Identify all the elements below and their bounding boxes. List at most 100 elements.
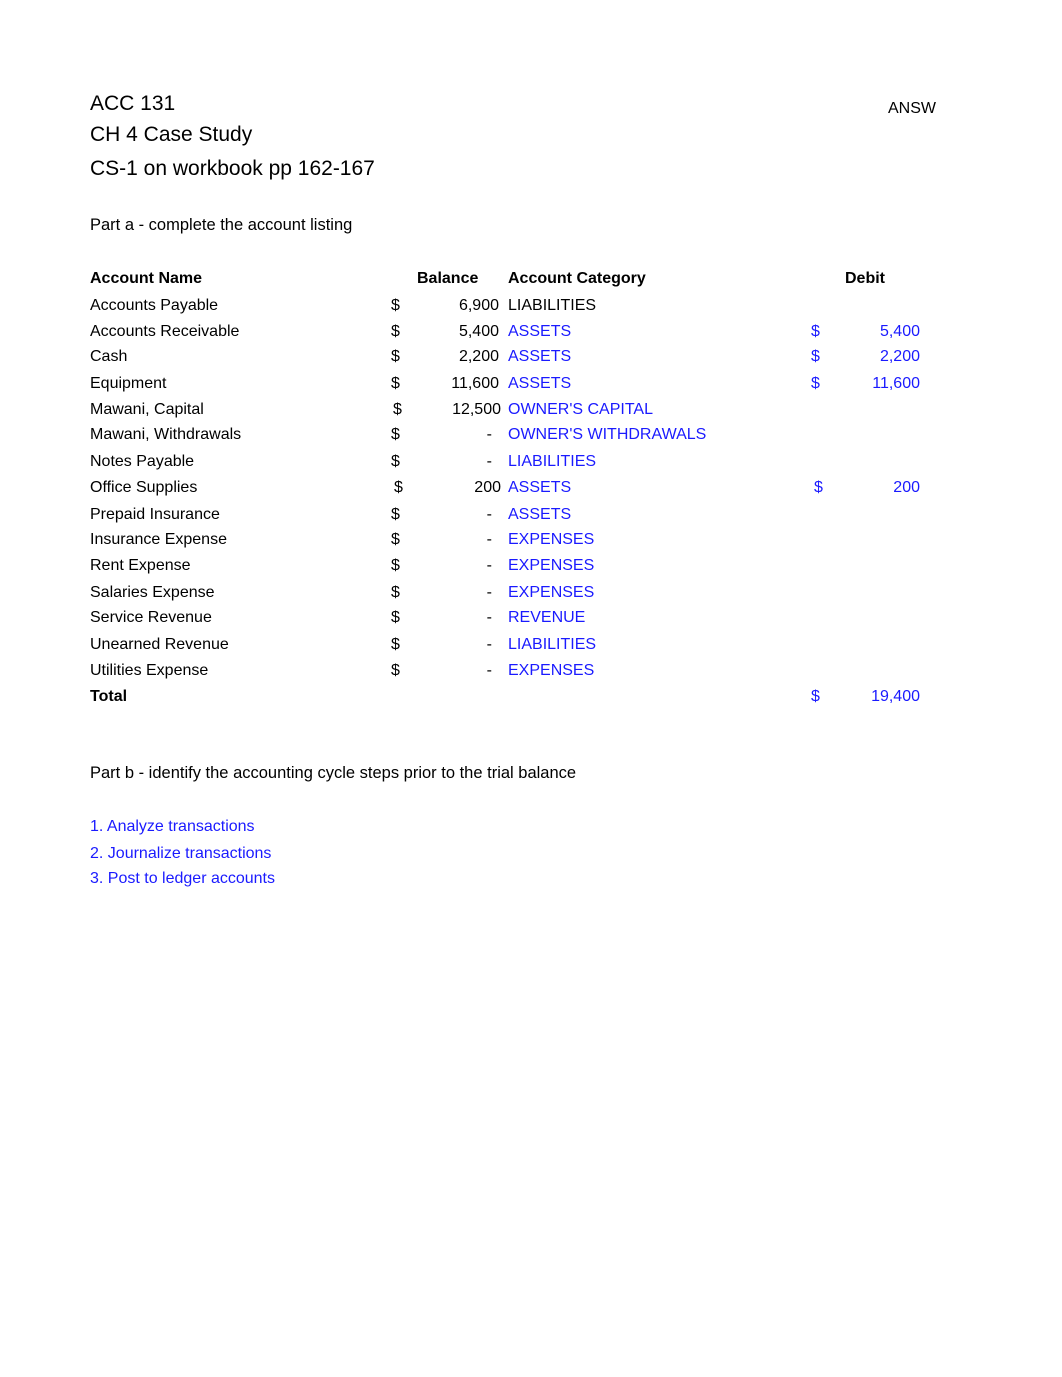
column-header-account-category: Account Category bbox=[508, 270, 646, 287]
balance-currency: $ bbox=[391, 297, 400, 314]
balance-currency: $ bbox=[391, 531, 400, 548]
account-category: EXPENSES bbox=[508, 584, 595, 601]
balance-currency: $ bbox=[394, 479, 403, 496]
account-category: LIABILITIES bbox=[508, 636, 597, 653]
part-a-title: Part a - complete the account listing bbox=[90, 216, 353, 234]
balance-value: - bbox=[486, 662, 492, 679]
balance-value: 200 bbox=[474, 479, 501, 496]
balance-value: 5,400 bbox=[458, 323, 499, 340]
total-label: Total bbox=[90, 688, 128, 705]
account-name: Unearned Revenue bbox=[90, 636, 229, 653]
table-row: Notes Payable $ - LIABILITIES bbox=[0, 453, 1062, 477]
table-row: Insurance Expense $ - EXPENSES bbox=[0, 531, 1062, 555]
account-category: ASSETS bbox=[508, 506, 572, 523]
balance-value: 11,600 bbox=[451, 375, 499, 392]
answer-tag: ANSW bbox=[888, 100, 936, 117]
balance-value: 6,900 bbox=[458, 297, 499, 314]
table-row: Rent Expense $ - EXPENSES bbox=[0, 557, 1062, 581]
account-name: Office Supplies bbox=[90, 479, 198, 496]
account-name: Cash bbox=[90, 348, 128, 365]
account-name: Mawani, Capital bbox=[90, 401, 204, 418]
table-row: Utilities Expense $ - EXPENSES bbox=[0, 662, 1062, 686]
account-category: LIABILITIES bbox=[508, 453, 597, 470]
table-row: Mawani, Capital $12,500 OWNER'S CAPITAL bbox=[0, 401, 1062, 425]
balance-value: - bbox=[486, 557, 492, 574]
account-category: ASSETS bbox=[508, 479, 572, 496]
account-name: Insurance Expense bbox=[90, 531, 227, 548]
cycle-step: 1. Analyze transactions bbox=[90, 818, 255, 835]
column-header-account-name: Account Name bbox=[90, 270, 203, 287]
balance-value: - bbox=[486, 531, 492, 548]
debit-currency: $ bbox=[814, 479, 823, 496]
account-name: Prepaid Insurance bbox=[90, 506, 220, 523]
balance-currency: $ bbox=[391, 609, 400, 626]
account-category: EXPENSES bbox=[508, 557, 595, 574]
balance-currency: $ bbox=[391, 453, 400, 470]
cycle-step: 2. Journalize transactions bbox=[90, 845, 272, 862]
balance-value: - bbox=[486, 506, 492, 523]
total-debit-currency: $ bbox=[811, 688, 820, 705]
account-category: REVENUE bbox=[508, 609, 586, 626]
account-category: ASSETS bbox=[508, 323, 572, 340]
balance-value: - bbox=[486, 453, 492, 470]
table-row: Accounts Payable $6,900 LIABILITIES bbox=[0, 297, 1062, 321]
account-category: OWNER'S CAPITAL bbox=[508, 401, 653, 418]
account-category: EXPENSES bbox=[508, 662, 595, 679]
account-name: Service Revenue bbox=[90, 609, 212, 626]
balance-currency: $ bbox=[391, 636, 400, 653]
account-category: ASSETS bbox=[508, 375, 572, 392]
table-row: Unearned Revenue $ - LIABILITIES bbox=[0, 636, 1062, 660]
balance-currency: $ bbox=[391, 506, 400, 523]
account-name: Notes Payable bbox=[90, 453, 195, 470]
balance-value: - bbox=[486, 636, 492, 653]
table-row: Accounts Receivable $5,400 ASSETS $5,400 bbox=[0, 323, 1062, 347]
table-row: Equipment $11,600 ASSETS $11,600 bbox=[0, 375, 1062, 399]
debit-value: 5,400 bbox=[879, 323, 920, 340]
table-row: Office Supplies $200 ASSETS $200 bbox=[0, 479, 1062, 503]
total-row: Total $ 19,400 bbox=[0, 688, 1062, 712]
balance-currency: $ bbox=[391, 348, 400, 365]
total-debit-value: 19,400 bbox=[871, 688, 920, 705]
balance-currency: $ bbox=[391, 375, 400, 392]
table-row: Mawani, Withdrawals $ - OWNER'S WITHDRAWALS bbox=[0, 426, 1062, 450]
balance-value: - bbox=[486, 584, 492, 601]
cycle-step: 3. Post to ledger accounts bbox=[90, 870, 275, 887]
debit-value: 2,200 bbox=[879, 348, 920, 365]
debit-value: 200 bbox=[893, 479, 920, 496]
part-b-title: Part b - identify the accounting cycle s… bbox=[90, 764, 577, 782]
debit-currency: $ bbox=[811, 348, 820, 365]
balance-currency: $ bbox=[391, 426, 400, 443]
course-title: ACC 131 bbox=[90, 92, 176, 115]
balance-value: - bbox=[486, 609, 492, 626]
debit-value: 11,600 bbox=[872, 375, 920, 392]
debit-currency: $ bbox=[811, 375, 820, 392]
chapter-title: CH 4 Case Study bbox=[90, 123, 253, 146]
column-header-balance: Balance bbox=[417, 270, 479, 287]
account-category: EXPENSES bbox=[508, 531, 595, 548]
account-name: Accounts Payable bbox=[90, 297, 219, 314]
account-category: LIABILITIES bbox=[508, 297, 597, 314]
table-row: Cash $2,200 ASSETS $2,200 bbox=[0, 348, 1062, 372]
account-name: Salaries Expense bbox=[90, 584, 215, 601]
balance-value: 2,200 bbox=[458, 348, 499, 365]
account-name: Utilities Expense bbox=[90, 662, 209, 679]
balance-currency: $ bbox=[391, 557, 400, 574]
debit-currency: $ bbox=[811, 323, 820, 340]
column-header-debit: Debit bbox=[845, 270, 885, 287]
balance-currency: $ bbox=[393, 401, 402, 418]
table-row: Salaries Expense $ - EXPENSES bbox=[0, 584, 1062, 608]
balance-currency: $ bbox=[391, 323, 400, 340]
table-row: Prepaid Insurance $ - ASSETS bbox=[0, 506, 1062, 530]
account-name: Mawani, Withdrawals bbox=[90, 426, 242, 443]
balance-currency: $ bbox=[391, 662, 400, 679]
assignment-title: CS-1 on workbook pp 162-167 bbox=[90, 157, 375, 180]
account-name: Rent Expense bbox=[90, 557, 191, 574]
balance-value: 12,500 bbox=[452, 401, 501, 418]
account-name: Accounts Receivable bbox=[90, 323, 240, 340]
table-row: Service Revenue $ - REVENUE bbox=[0, 609, 1062, 633]
balance-value: - bbox=[486, 426, 492, 443]
account-category: ASSETS bbox=[508, 348, 572, 365]
account-name: Equipment bbox=[90, 375, 167, 392]
balance-currency: $ bbox=[391, 584, 400, 601]
account-category: OWNER'S WITHDRAWALS bbox=[508, 426, 707, 443]
